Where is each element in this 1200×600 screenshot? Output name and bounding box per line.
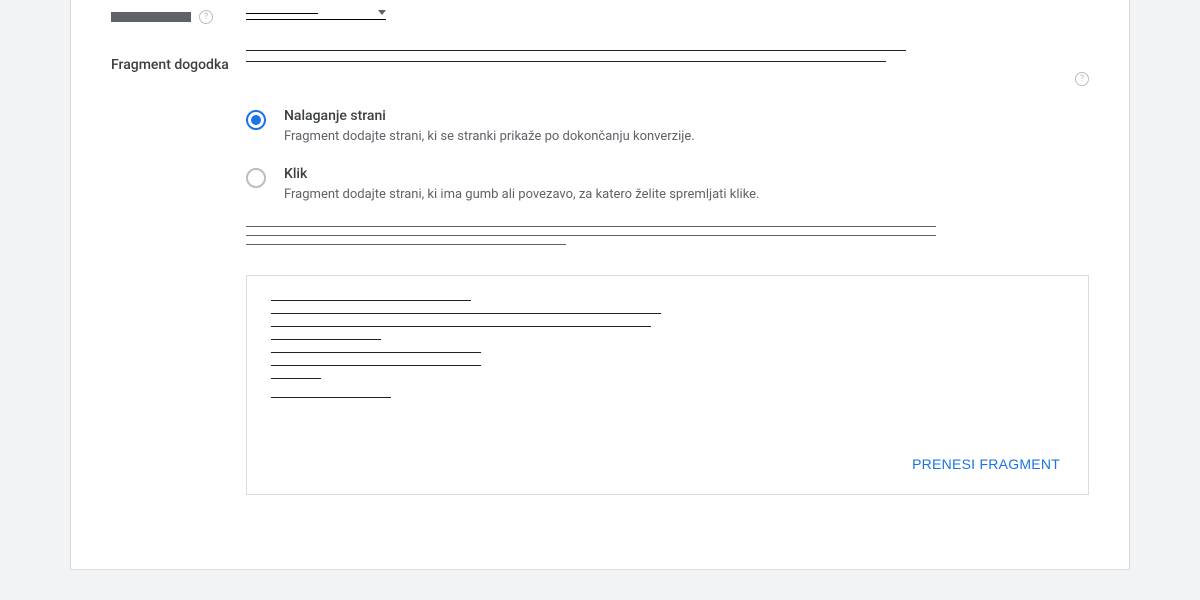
redacted-label xyxy=(111,12,191,22)
codebox-footer: PRENESI FRAGMENT xyxy=(271,430,1064,480)
chevron-down-icon xyxy=(378,10,386,15)
settings-card: ? Fragment dogodka ? xyxy=(70,0,1130,570)
section-label-col: Fragment dogodka xyxy=(111,50,246,73)
radio-selected[interactable] xyxy=(246,110,266,130)
code-content xyxy=(271,300,1064,430)
code-snippet-box: PRENESI FRAGMENT xyxy=(246,275,1089,495)
option-text: Klik Fragment dodajte strani, ki ima gum… xyxy=(284,166,760,204)
intro-text: ? xyxy=(246,50,1089,86)
option-click[interactable]: Klik Fragment dodajte strani, ki ima gum… xyxy=(246,166,1089,204)
dropdown[interactable] xyxy=(246,6,386,20)
section-label: Fragment dogodka xyxy=(111,57,229,73)
radio-group: Nalaganje strani Fragment dodajte strani… xyxy=(246,108,1089,204)
option-page-load[interactable]: Nalaganje strani Fragment dodajte strani… xyxy=(246,108,1089,146)
option-text: Nalaganje strani Fragment dodajte strani… xyxy=(284,108,695,146)
option-desc: Fragment dodajte strani, ki ima gumb ali… xyxy=(284,186,760,204)
top-row-label: ? xyxy=(111,6,246,24)
event-fragment-row: Fragment dogodka ? Nalaganje strani Frag… xyxy=(111,50,1089,495)
section-content: ? Nalaganje strani Fragment dodajte stra… xyxy=(246,50,1089,495)
option-title: Nalaganje strani xyxy=(284,108,695,124)
top-row: ? xyxy=(111,0,1089,50)
option-desc: Fragment dodajte strani, ki se stranki p… xyxy=(284,128,695,146)
post-options-text xyxy=(246,226,1089,245)
dropdown-value-redacted xyxy=(246,13,318,14)
download-fragment-button[interactable]: PRENESI FRAGMENT xyxy=(908,448,1064,480)
help-icon[interactable]: ? xyxy=(1075,72,1089,86)
top-row-content xyxy=(246,6,1089,50)
option-title: Klik xyxy=(284,166,760,182)
radio-unselected[interactable] xyxy=(246,168,266,188)
intro-lines xyxy=(246,50,1063,72)
help-icon[interactable]: ? xyxy=(199,10,213,24)
